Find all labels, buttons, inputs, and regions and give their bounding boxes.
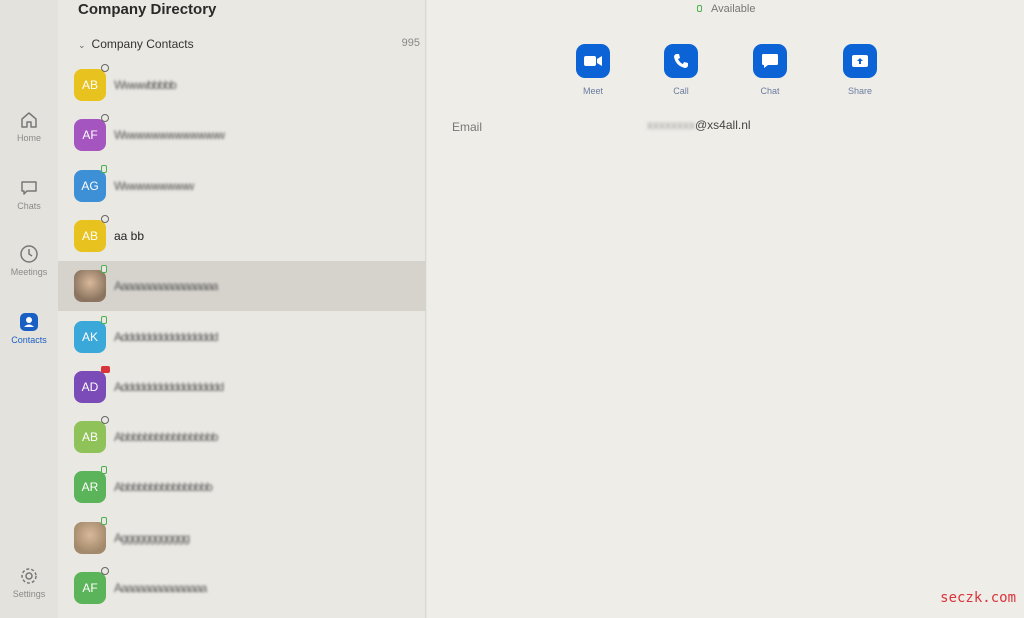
nav-label: Chats [17, 201, 41, 211]
avatar: AF [74, 572, 106, 604]
in-meeting-status-icon [101, 365, 110, 373]
group-header-company-contacts[interactable]: ⌄ Company Contacts 995 [78, 37, 420, 51]
nav-chats[interactable]: Chats [0, 178, 58, 211]
available-icon [697, 5, 702, 12]
contact-name: Abbbbbbbbbbbbbbbbb [114, 430, 218, 445]
presence-status: Available [697, 3, 755, 15]
nav-home[interactable]: Home [0, 110, 58, 143]
share-screen-icon [852, 55, 868, 67]
contact-detail-panel: Available Meet Call Chat Share Email xxx… [427, 0, 1024, 618]
email-domain: @xs4all.nl [695, 118, 751, 132]
away-status-icon [101, 64, 109, 72]
contact-name: Addddddddddddddddd [114, 329, 218, 344]
contact-name: aa bb [114, 228, 145, 243]
nav-label: Home [16, 133, 41, 143]
action-label: Chat [760, 86, 780, 96]
contact-row[interactable]: AD Adddddddddddddddddd [58, 362, 426, 412]
nav-contacts[interactable]: Contacts [0, 312, 58, 345]
available-status-icon [101, 516, 107, 525]
contact-row[interactable]: AK Addddddddddddddddd [58, 312, 426, 362]
video-camera-icon [584, 56, 602, 66]
call-button[interactable]: Call [656, 44, 706, 96]
avatar-initials: AK [81, 329, 98, 344]
avatar: AB [74, 69, 106, 101]
avatar-initials: AB [81, 430, 98, 445]
avatar: AD [74, 370, 106, 403]
side-nav: Home Chats Meetings Contacts Settings [0, 0, 58, 618]
email-value[interactable]: xxxxxxxx@xs4all.nl [647, 118, 751, 132]
contact-row[interactable]: AB aa bb [58, 211, 426, 261]
nav-label: Contacts [11, 335, 47, 345]
contact-name: Aaaaaaaaaaaaaaaaaa [114, 279, 218, 294]
contact-name: Wwwwwwwwww [114, 178, 194, 193]
nav-meetings[interactable]: Meetings [0, 244, 58, 277]
avatar-initials: AD [81, 379, 99, 394]
avatar [74, 521, 106, 554]
contact-row[interactable]: AF Wwwwwwwwwwwwww [58, 110, 426, 160]
status-text: Available [711, 3, 756, 15]
contact-count: 995 [401, 37, 420, 49]
avatar-initials: AB [81, 78, 98, 92]
contact-row[interactable]: AB Wwwwbbbbb [58, 60, 426, 110]
available-status-icon [101, 315, 107, 324]
action-label: Share [847, 86, 873, 96]
action-label: Call [673, 86, 689, 96]
action-label: Meet [582, 86, 603, 96]
share-button[interactable]: Share [835, 44, 885, 96]
page-title: Company Directory [78, 1, 217, 18]
avatar-initials: AB [81, 228, 98, 243]
avatar: AR [74, 471, 106, 504]
watermark: seczk.com [940, 590, 1016, 606]
chat-bubble-icon [21, 181, 37, 195]
contact-row[interactable]: AB Abbbbbbbbbbbbbbbbb [58, 412, 426, 462]
contact-name: Abbbbbbbbbbbbbbbb [114, 480, 213, 495]
gear-icon [21, 568, 37, 584]
meet-button[interactable]: Meet [568, 44, 618, 96]
away-status-icon [101, 214, 109, 223]
away-status-icon [101, 114, 109, 123]
chevron-down-icon: ⌄ [78, 40, 86, 50]
clock-icon [20, 245, 38, 263]
avatar-initials: AR [81, 480, 99, 495]
contact-list-panel: Company Directory ⌄ Company Contacts 995 … [58, 0, 426, 618]
avatar [74, 270, 106, 303]
chat-bubble-icon [762, 54, 778, 68]
contact-name: Wwwwwwwwwwwwww [114, 128, 225, 143]
avatar-initials: AF [82, 128, 98, 143]
chat-button[interactable]: Chat [745, 44, 795, 96]
avatar: AF [74, 119, 106, 152]
available-status-icon [101, 466, 107, 475]
contact-name: Adddddddddddddddddd [114, 379, 224, 394]
avatar: AB [74, 219, 106, 252]
contact-row[interactable]: Agggggggggggg [58, 513, 426, 563]
nav-settings[interactable]: Settings [0, 566, 58, 599]
avatar: AG [74, 169, 106, 202]
available-status-icon [101, 265, 107, 274]
away-status-icon [101, 416, 109, 425]
contact-row[interactable]: Aaaaaaaaaaaaaaaaaa [58, 261, 426, 312]
contact-row[interactable]: AG Wwwwwwwwww [58, 161, 426, 211]
away-status-icon [101, 567, 109, 575]
contact-name: Aaaaaaaaaaaaaaaa [114, 581, 207, 595]
contact-name: Agggggggggggg [114, 530, 190, 545]
contact-row[interactable]: AF Aaaaaaaaaaaaaaaa [58, 563, 426, 613]
avatar: AB [74, 421, 106, 454]
avatar-initials: AG [81, 178, 99, 193]
email-label: Email [452, 120, 483, 134]
avatar-initials: AF [82, 581, 98, 595]
contact-row[interactable]: AR Abbbbbbbbbbbbbbbb [58, 462, 426, 512]
phone-icon [674, 54, 688, 68]
group-label: Company Contacts [91, 37, 194, 51]
nav-label: Meetings [10, 267, 48, 277]
available-status-icon [101, 164, 107, 173]
home-icon [21, 112, 37, 128]
nav-label: Settings [12, 589, 46, 599]
contact-icon [20, 313, 38, 331]
email-hidden-part: xxxxxxxx [647, 118, 695, 132]
contact-name: Wwwwbbbbb [114, 78, 177, 92]
avatar: AK [74, 320, 106, 353]
